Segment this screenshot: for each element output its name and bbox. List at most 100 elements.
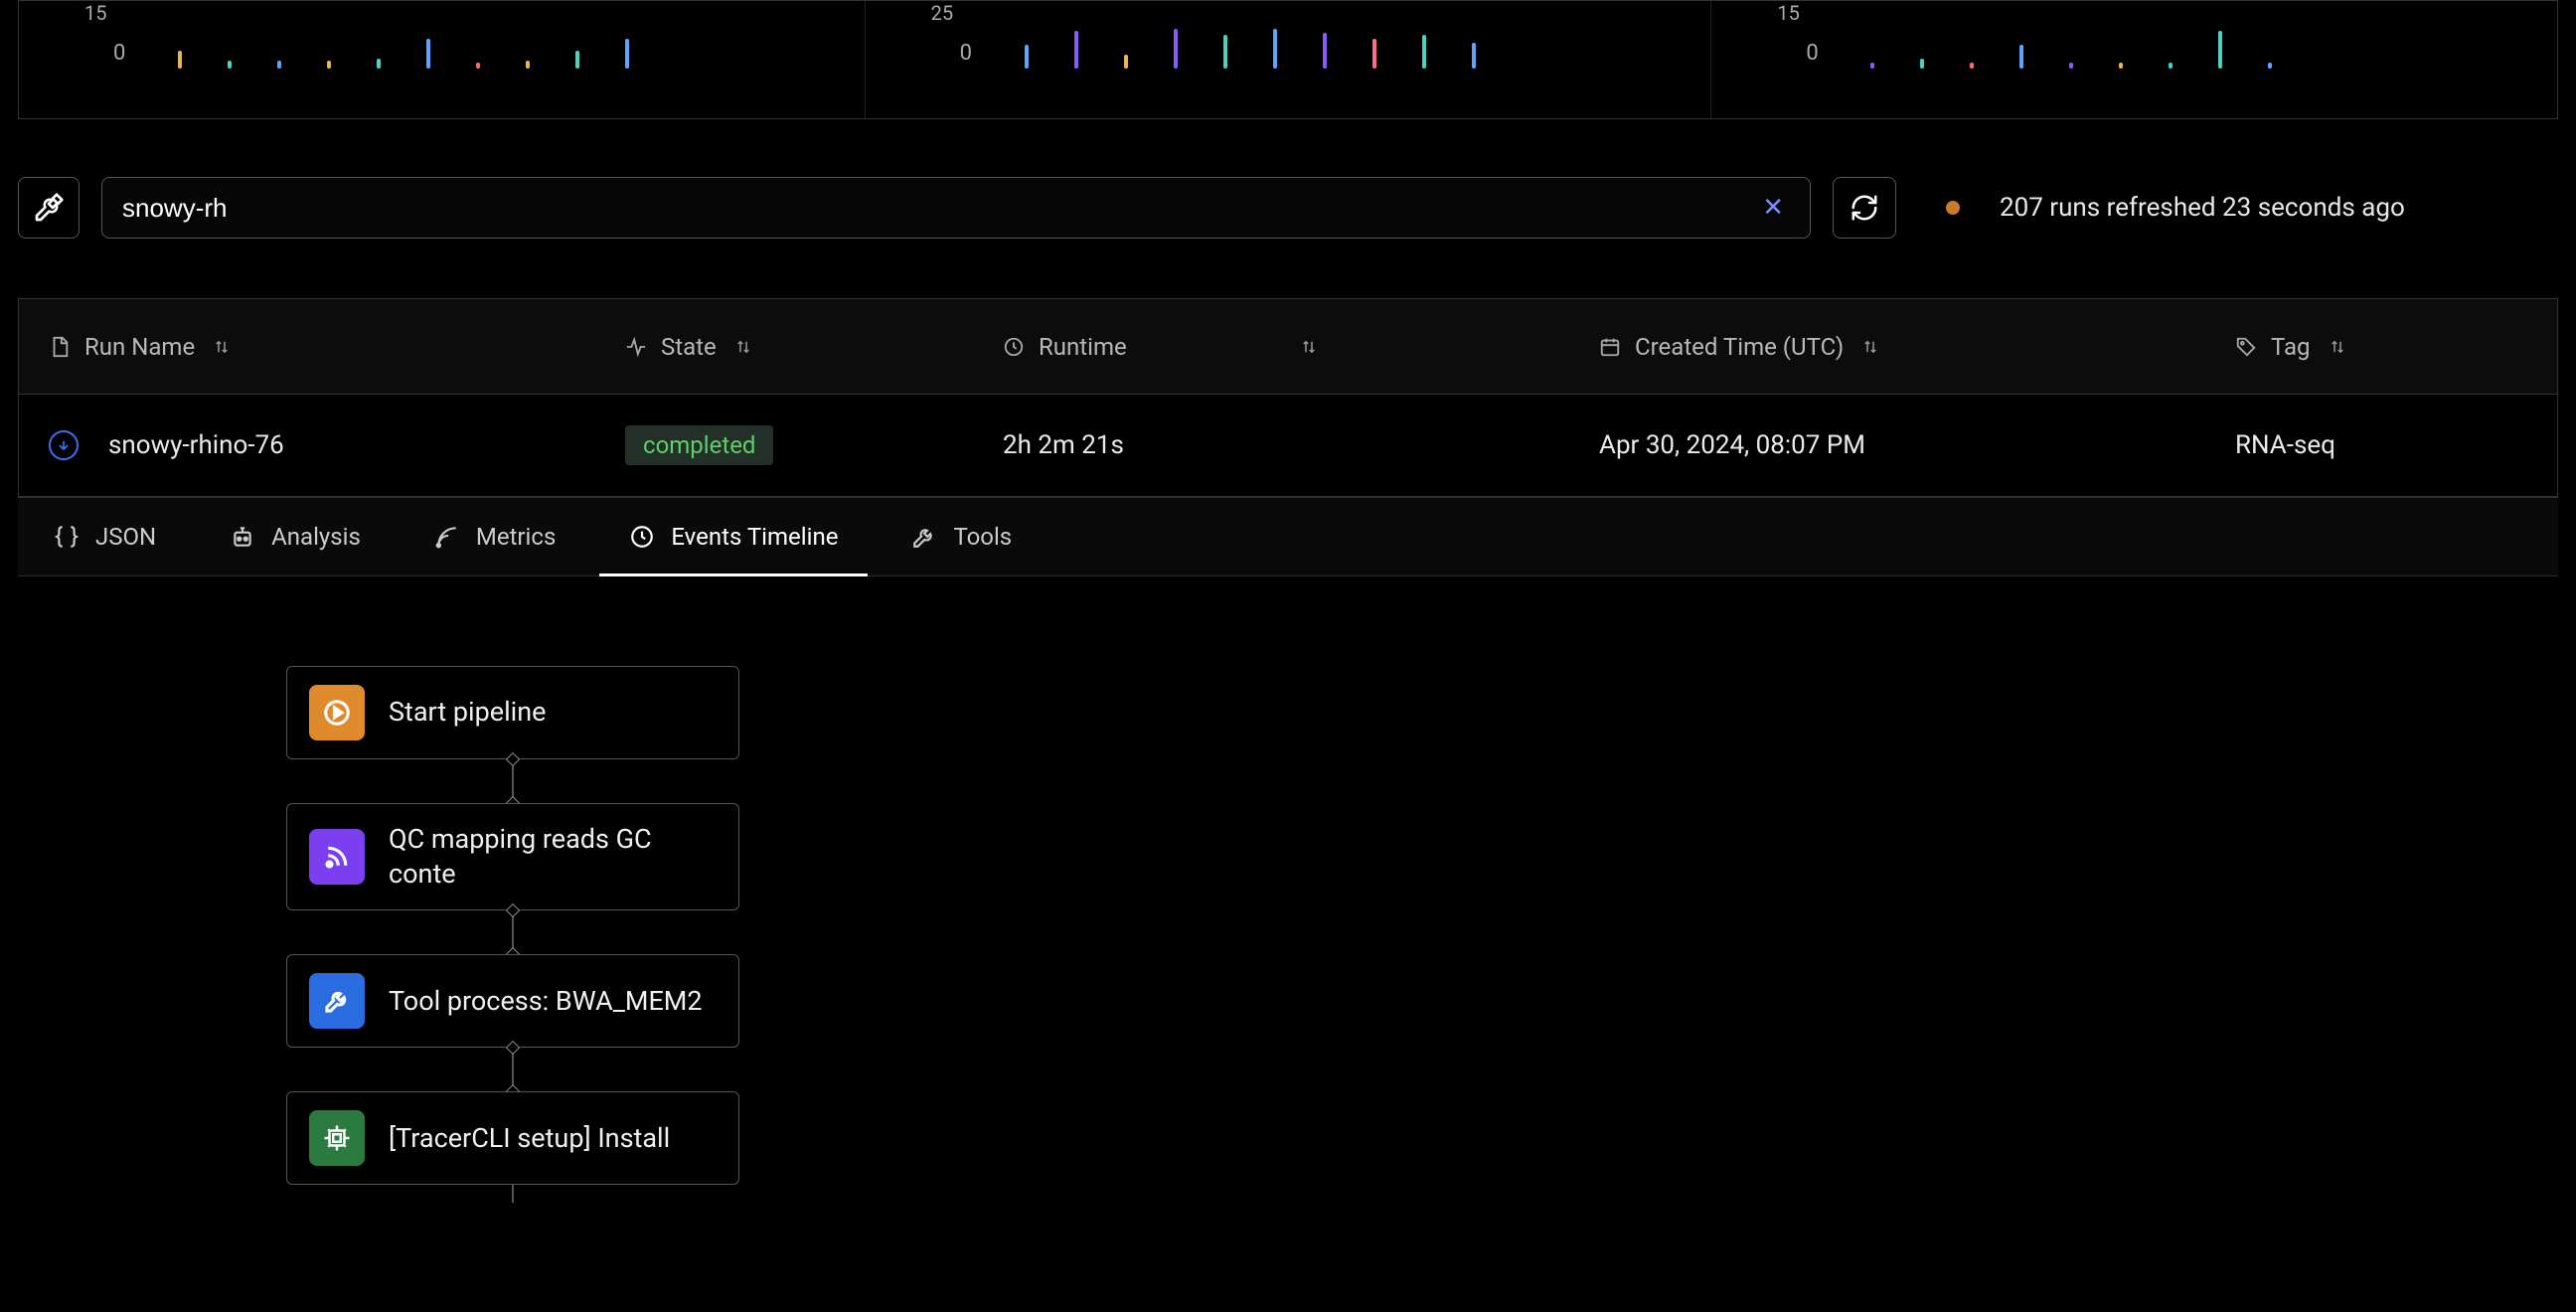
search-input-wrapper: ✕ [101,177,1811,239]
timeline-node-label: Tool process: BWA_MEM2 [389,984,703,1019]
timeline-node[interactable]: Tool process: BWA_MEM2 [286,954,739,1048]
mini-chart-bar [2119,63,2123,69]
table-header: Run Name State Runtime Created Time (UTC… [19,299,2557,395]
col-state-label: State [661,333,717,361]
tab-events-label: Events Timeline [671,523,838,551]
cell-created: Apr 30, 2024, 08:07 PM [1599,430,2235,460]
mini-chart-bar [426,39,430,69]
cell-runtime: 2h 2m 21s [1003,430,1599,460]
mini-chart-bars [1870,1,2547,69]
mini-chart-bar [575,51,579,69]
mini-chart-bar [1174,29,1178,69]
mini-chart-bar [327,61,331,69]
clear-search-icon[interactable]: ✕ [1756,193,1790,223]
col-tag[interactable]: Tag [2235,333,2527,361]
wrench-icon [309,973,365,1029]
wrench-icon [911,524,937,550]
y-tick-label: 0 [113,41,125,66]
mini-chart-bar [1074,31,1078,69]
y-tick-label: 0 [960,41,972,66]
sort-icon [1861,338,1879,356]
tab-tools-label: Tools [953,523,1012,551]
tab-json[interactable]: JSON [54,498,156,575]
mini-chart-bar [1124,55,1128,69]
tab-analysis-label: Analysis [271,523,361,551]
timeline-node-label: [TracerCLI setup] Install [389,1121,670,1156]
mini-chart-bar [2019,45,2023,69]
play-icon [309,685,365,740]
mini-chart-bar [178,51,182,69]
y-tick-label: 15 [84,1,106,25]
mini-chart-bar [2169,63,2173,69]
timeline-node[interactable]: [TracerCLI setup] Install [286,1091,739,1185]
search-row: ✕ 207 runs refreshed 23 seconds ago [18,177,2558,239]
run-name-text: snowy-rhino-76 [108,430,284,460]
tab-metrics[interactable]: Metrics [434,498,556,575]
mini-chart-bar [476,63,480,69]
clock-icon [1003,336,1025,358]
sort-icon [1300,338,1318,356]
mini-chart-bar [2268,63,2272,69]
timeline-node[interactable]: QC mapping reads GC conte [286,803,739,910]
mini-chart-bar [377,59,381,69]
cell-run-name: snowy-rhino-76 [49,430,625,460]
activity-icon [625,336,647,358]
rss-icon [309,829,365,885]
col-tag-label: Tag [2271,333,2311,361]
state-pill: completed [625,425,773,465]
status-dot-icon [1946,201,1960,215]
col-runtime[interactable]: Runtime [1003,333,1599,361]
tab-json-label: JSON [95,523,156,551]
mini-chart-bar [625,39,629,69]
y-tick-label: 15 [1777,1,1799,25]
search-input[interactable] [122,193,1756,224]
col-run-name[interactable]: Run Name [49,333,625,361]
table-row[interactable]: snowy-rhino-76 completed 2h 2m 21s Apr 3… [19,395,2557,496]
runs-table: Run Name State Runtime Created Time (UTC… [18,298,2558,497]
col-run-name-label: Run Name [84,333,195,361]
tab-events-timeline[interactable]: Events Timeline [629,498,838,575]
mini-chart-bar [2218,31,2222,69]
detail-tabs: JSON Analysis Metrics Events Timeline To… [18,497,2558,576]
tab-tools[interactable]: Tools [911,498,1012,575]
timeline-node[interactable]: Start pipeline [286,666,739,759]
mini-charts-panel: 150250150 [18,0,2558,119]
expand-row-icon[interactable] [49,430,79,460]
mini-chart-bar [1920,59,1924,69]
bot-icon [230,524,255,550]
document-icon [49,336,71,358]
mini-chart-bar [228,61,232,69]
timeline-connector [286,1185,739,1203]
refresh-button[interactable] [1833,177,1896,239]
mini-chart-bar [526,61,530,69]
events-timeline: Start pipeline QC mapping reads GC conte T… [18,666,2558,1203]
refresh-icon [1850,193,1879,223]
mini-chart-bar [2069,63,2073,69]
mini-chart-bar [1273,29,1277,69]
y-tick-label: 25 [931,1,953,25]
refresh-status-text: 207 runs refreshed 23 seconds ago [2000,193,2405,223]
col-state[interactable]: State [625,333,1003,361]
mini-chart-bar [1970,63,1974,69]
cell-state: completed [625,425,1003,465]
mini-chart: 15 0 [19,1,866,118]
sort-icon [734,338,752,356]
timeline-node-label: Start pipeline [389,695,546,730]
mini-chart-bar [1025,45,1029,69]
calendar-icon [1599,336,1621,358]
sort-icon [213,338,231,356]
mini-chart: 150 [1711,1,2557,118]
tools-button[interactable] [18,177,80,239]
tab-analysis[interactable]: Analysis [230,498,361,575]
timeline-connector [286,910,739,954]
chip-icon [309,1110,365,1166]
col-created[interactable]: Created Time (UTC) [1599,333,2235,361]
mini-chart-bar [1422,35,1426,69]
mini-chart-bar [1870,63,1874,69]
timeline-connector [286,1048,739,1091]
mini-chart: 25 0 [866,1,1712,118]
mini-chart-bars [178,1,855,69]
col-created-label: Created Time (UTC) [1635,333,1844,361]
mini-chart-bar [1323,33,1327,69]
tab-metrics-label: Metrics [476,523,556,551]
